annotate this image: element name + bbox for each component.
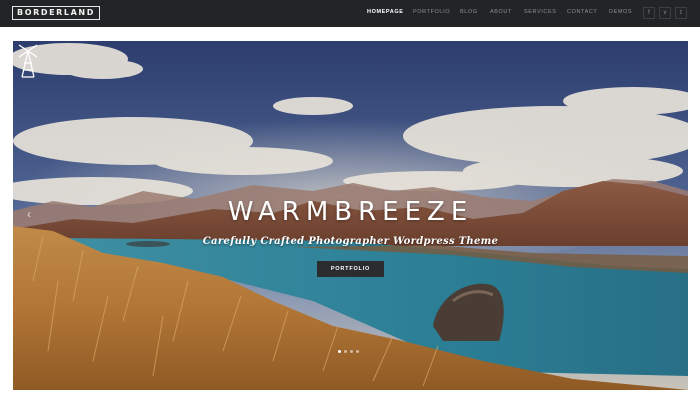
nav-item-contact[interactable]: CONTACT: [567, 9, 597, 15]
facebook-icon[interactable]: f: [643, 7, 655, 19]
site-logo[interactable]: BORDERLAND: [12, 6, 100, 20]
hero-subtitle: Carefully Crafted Photographer Wordpress…: [202, 236, 499, 247]
hero-slider: WARMBREEZE Carefully Crafted Photographe…: [13, 41, 688, 390]
nav-item-demos[interactable]: DEMOS: [609, 9, 632, 15]
windmill-emblem-icon: [18, 44, 38, 78]
slider-prev-arrow-icon[interactable]: ‹: [27, 207, 31, 221]
nav-item-about[interactable]: ABOUT: [490, 9, 512, 15]
nav-item-services[interactable]: SERVICES: [524, 9, 557, 15]
tumblr-icon[interactable]: t: [675, 7, 687, 19]
hero-title: WARMBREEZE: [227, 197, 474, 227]
slider-dot[interactable]: [344, 350, 347, 353]
nav-item-homepage[interactable]: HOMEPAGE: [367, 9, 403, 15]
nav-item-blog[interactable]: BLOG: [460, 9, 478, 15]
slider-dot[interactable]: [350, 350, 353, 353]
nav-item-portfolio[interactable]: PORTFOLIO: [413, 9, 450, 15]
twitter-icon[interactable]: v: [659, 7, 671, 19]
slider-dot[interactable]: [338, 350, 341, 353]
portfolio-button[interactable]: PORTFOLIO: [317, 261, 384, 277]
top-navigation-bar: BORDERLAND HOMEPAGE PORTFOLIO BLOG ABOUT…: [0, 0, 700, 27]
slider-dot[interactable]: [356, 350, 359, 353]
